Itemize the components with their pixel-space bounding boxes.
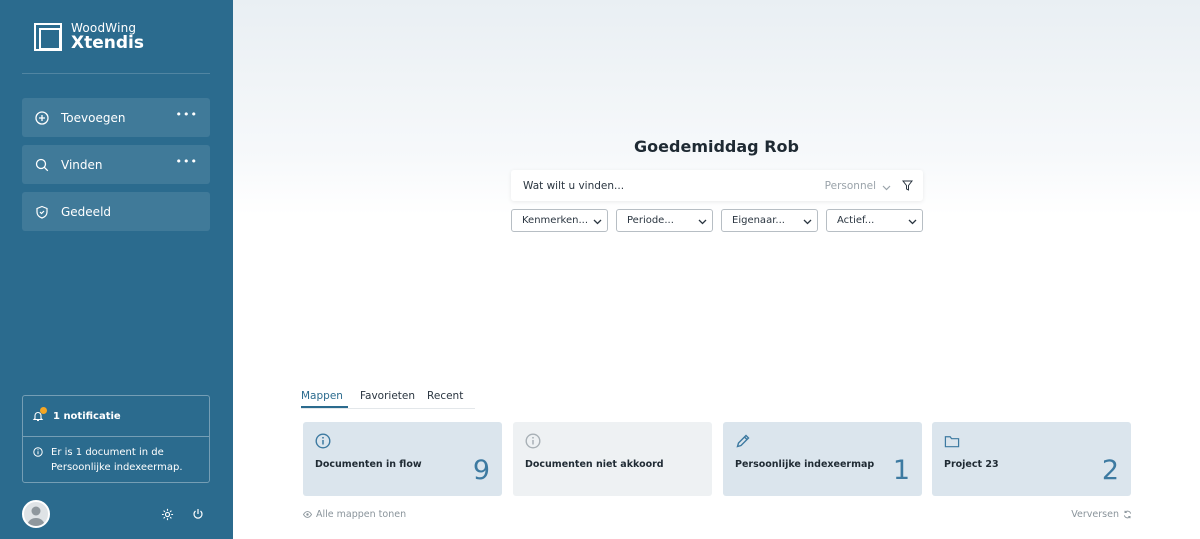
info-icon [525,433,541,449]
tab-recent[interactable]: Recent [427,390,463,408]
notification-message: Er is 1 document in de Persoonlijke inde… [51,447,183,473]
folder-card-documenten-in-flow[interactable]: Documenten in flow 9 [303,422,502,496]
chevron-down-icon [908,217,917,228]
card-title: Persoonlijke indexeermap [735,459,875,470]
folder-card-persoonlijke-indexeermap[interactable]: Persoonlijke indexeermap 1 [723,422,922,496]
filter-label: Periode... [627,215,674,226]
sidebar-item-vinden[interactable]: Vinden ••• [22,145,210,184]
tab-favorieten[interactable]: Favorieten [360,390,415,408]
card-count: 2 [1101,455,1119,486]
logo[interactable]: WoodWing Xtendis [34,22,144,52]
search-bar[interactable]: Wat wilt u vinden... Personnel [511,170,923,201]
chevron-down-icon [698,217,707,228]
info-icon [315,433,331,449]
show-all-label: Alle mappen tonen [316,509,407,520]
refresh-icon [1123,510,1132,519]
sidebar-item-label: Toevoegen [61,110,126,125]
folder-tabs: Mappen Favorieten Recent [301,390,476,409]
filter-periode-select[interactable]: Periode... [616,209,713,232]
logo-brand-bottom: Xtendis [71,33,144,53]
filter-icon[interactable] [901,180,913,192]
chevron-down-icon [803,217,812,228]
notification-panel[interactable]: 1 notificatie Er is 1 document in de Per… [22,395,210,483]
card-count: 1 [892,455,910,486]
main-content: Goedemiddag Rob Wat wilt u vinden... Per… [233,0,1200,539]
folder-icon [944,433,960,449]
filter-label: Eigenaar... [732,215,785,226]
card-count: 9 [472,455,490,486]
more-options-icon[interactable]: ••• [176,156,198,167]
more-options-icon[interactable]: ••• [176,109,198,120]
shield-icon [35,205,49,219]
sidebar-item-label: Gedeeld [61,204,112,219]
sidebar: WoodWing Xtendis Toevoegen ••• Vinden ••… [0,0,233,539]
filter-label: Kenmerken... [522,215,589,226]
sidebar-item-toevoegen[interactable]: Toevoegen ••• [22,98,210,137]
card-title: Project 23 [944,459,999,470]
pencil-icon [735,433,751,449]
notification-badge [40,407,47,414]
filter-eigenaar-select[interactable]: Eigenaar... [721,209,818,232]
filter-actief-select[interactable]: Actief... [826,209,923,232]
page-title: Goedemiddag Rob [634,137,799,156]
refresh-button[interactable]: Verversen [1071,509,1132,520]
show-all-folders-link[interactable]: Alle mappen tonen [303,509,406,520]
sidebar-item-label: Vinden [61,157,103,172]
chevron-down-icon[interactable] [882,176,891,195]
search-input[interactable]: Wat wilt u vinden... [523,180,825,192]
filter-label: Actief... [837,215,875,226]
card-title: Documenten niet akkoord [525,459,664,470]
filter-kenmerken-select[interactable]: Kenmerken... [511,209,608,232]
eye-icon [303,511,312,518]
refresh-label: Verversen [1071,509,1119,520]
card-title: Documenten in flow [315,459,422,470]
notification-title: 1 notificatie [53,410,121,422]
search-icon [35,158,49,172]
avatar[interactable] [22,500,50,528]
folder-card-documenten-niet-akkoord[interactable]: Documenten niet akkoord [513,422,712,496]
chevron-down-icon [593,217,602,228]
power-icon[interactable] [191,507,205,521]
logo-mark-icon [34,23,62,51]
tab-mappen[interactable]: Mappen [301,390,348,408]
search-scope-select[interactable]: Personnel [825,180,876,192]
gear-icon[interactable] [160,507,174,521]
folder-card-project-23[interactable]: Project 23 2 [932,422,1131,496]
plus-circle-icon [35,110,49,125]
info-icon [33,447,43,475]
bell-icon [32,407,47,422]
sidebar-divider [22,73,210,74]
sidebar-item-gedeeld[interactable]: Gedeeld [22,192,210,231]
